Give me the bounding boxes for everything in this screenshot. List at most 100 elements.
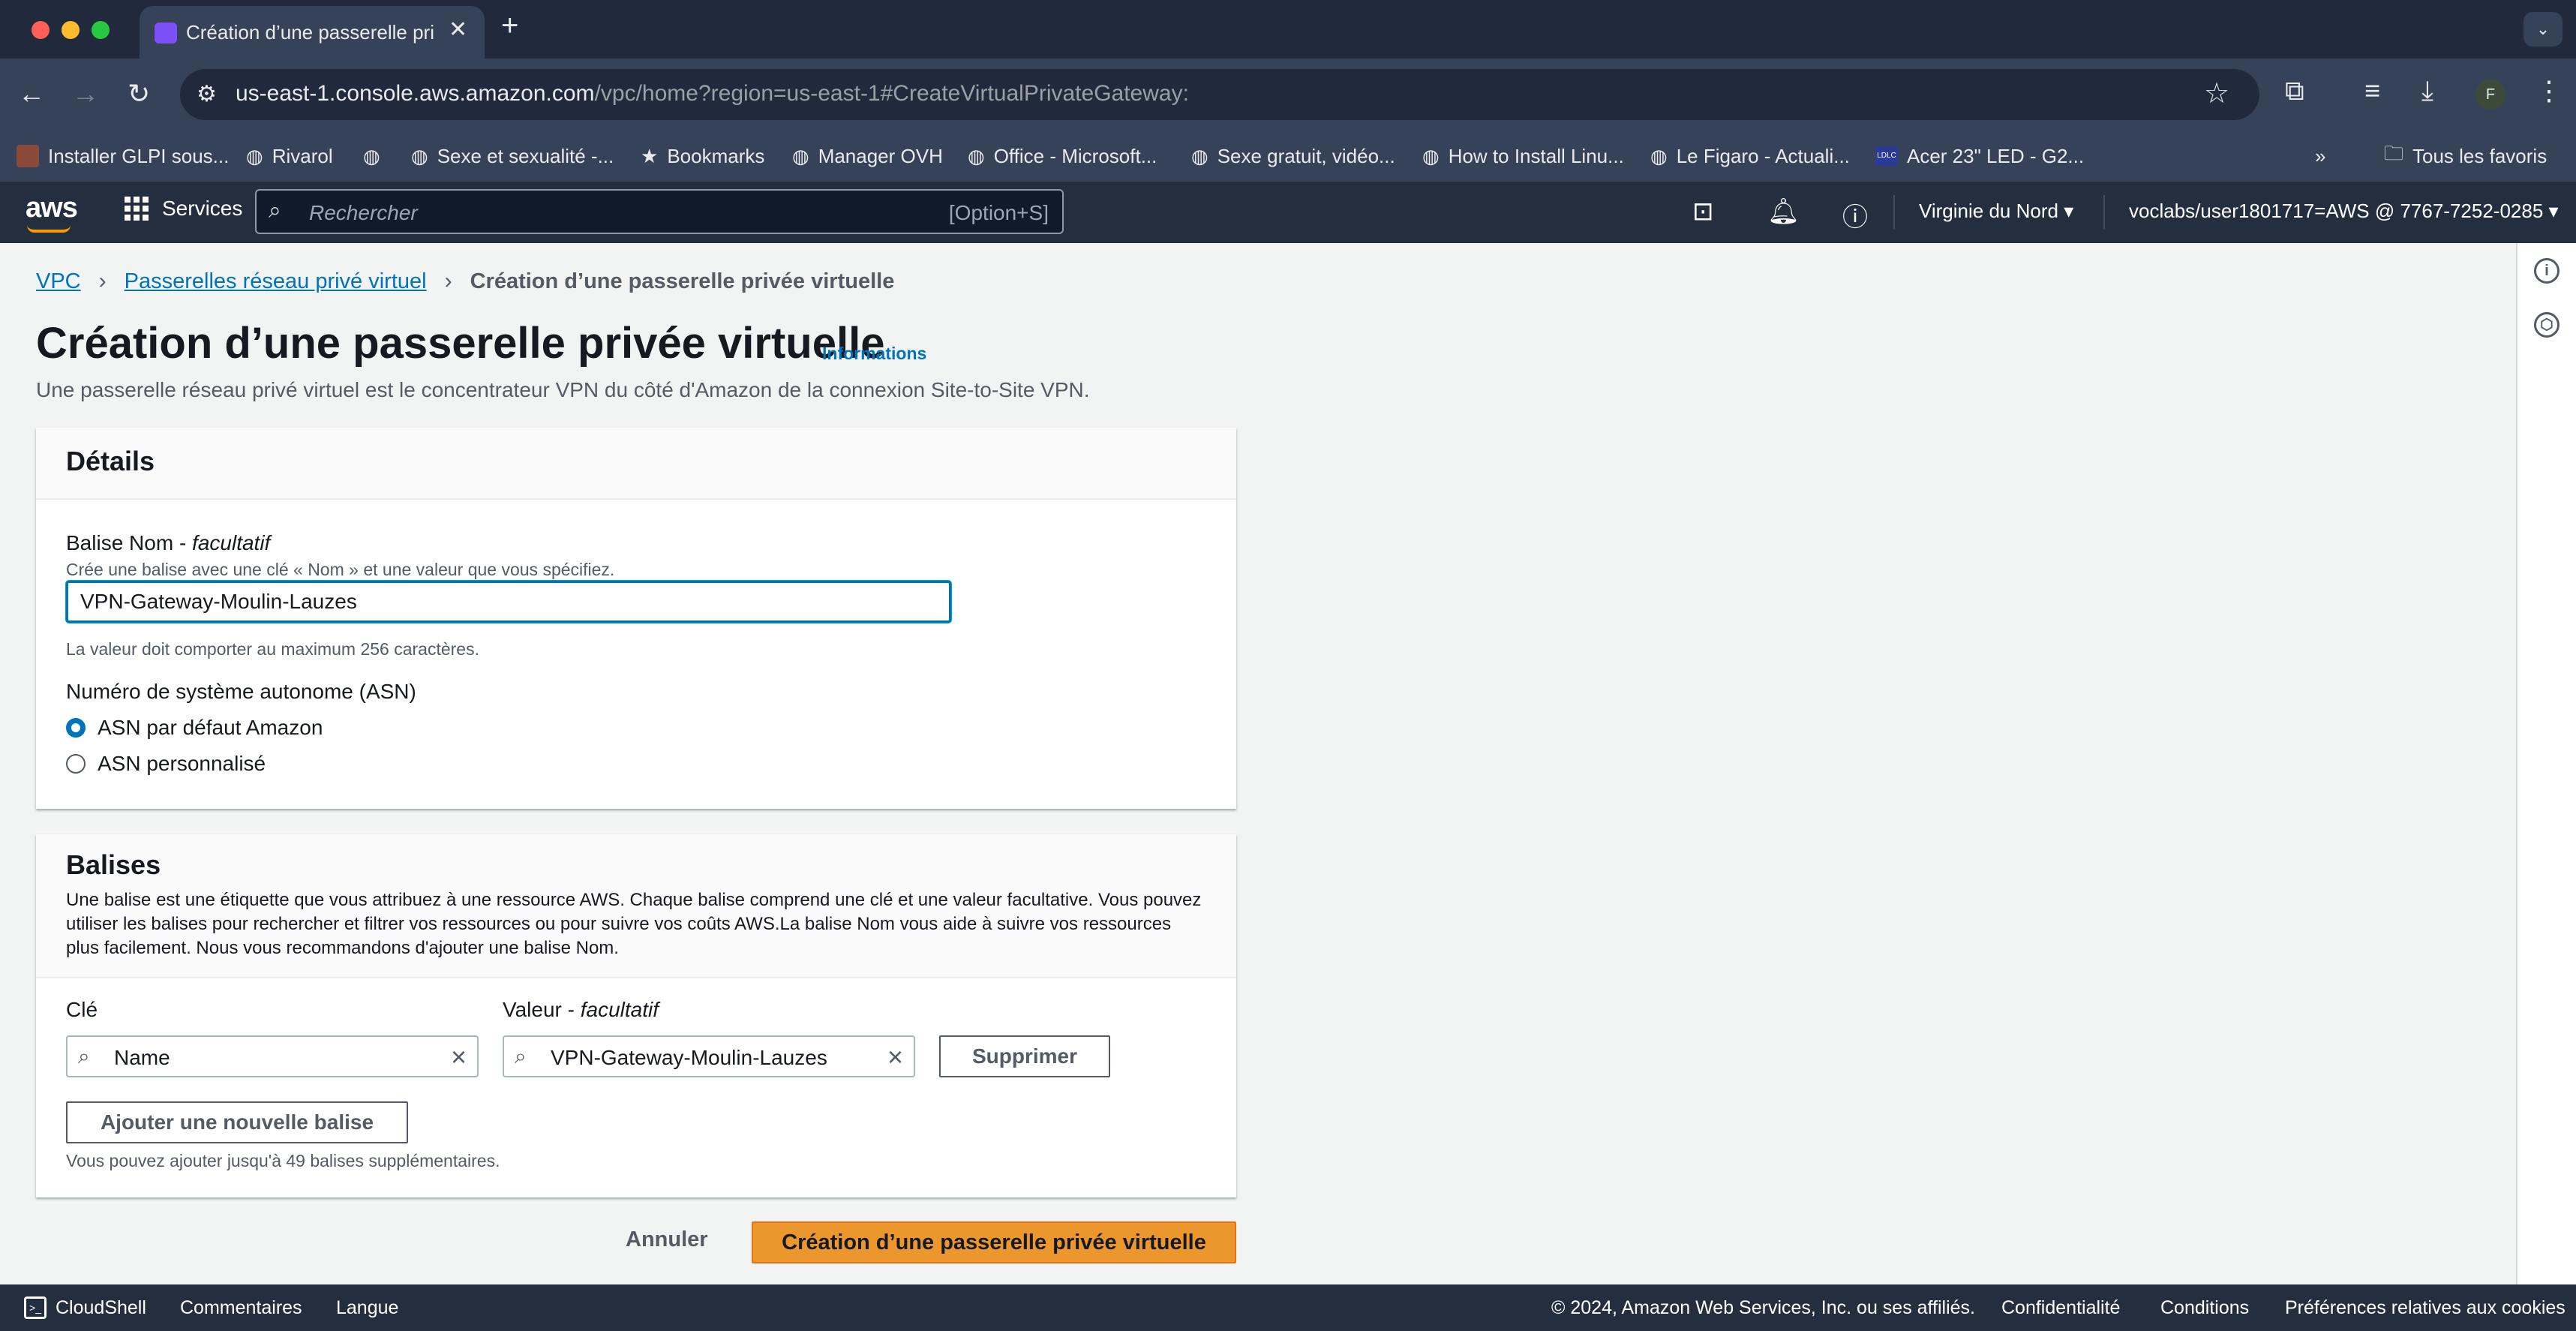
footer-language[interactable]: Langue [336,1297,398,1319]
create-gateway-button[interactable]: Création d’une passerelle privée virtuel… [752,1221,1236,1263]
footer-cookies[interactable]: Préférences relatives aux cookies [2285,1297,2565,1319]
all-bookmarks-folder[interactable]: 🗀 Tous les favoris [2384,141,2547,171]
globe-icon: ◍ [1422,144,1440,167]
cancel-button[interactable]: Annuler [626,1227,708,1252]
asn-default-option[interactable]: ASN par défaut Amazon [66,716,323,740]
services-menu[interactable]: Services [125,197,242,221]
browser-toolbar: ← → ↻ ⚙ us-east-1.console.aws.amazon.com… [0,59,2576,131]
asn-custom-label: ASN personnalisé [98,752,266,775]
region-selector[interactable]: Virginie du Nord ▾ [1919,200,2073,223]
tag-key-input[interactable]: ⌕ Name × [66,1035,479,1077]
breadcrumb-current: Création d’une passerelle privée virtuel… [470,269,895,293]
radio-unselected-icon[interactable] [66,754,86,774]
details-panel: Détails Balise Nom - facultatif Crée une… [36,428,1236,809]
name-tag-input[interactable]: VPN-Gateway-Moulin-Lauzes [66,581,951,623]
globe-icon: ◍ [1191,144,1208,167]
tab-search-chevron-icon[interactable]: ⌄ [2523,12,2562,47]
site-settings-icon[interactable]: ⚙ [197,81,217,107]
close-tab-icon[interactable]: ✕ [449,17,467,43]
tags-description: Une balise est une étiquette que vous at… [66,890,1202,958]
globe-icon: ◍ [968,144,985,167]
info-link[interactable]: Informations [822,344,926,364]
forward-arrow-icon[interactable]: → [72,78,99,110]
footer-cloudshell[interactable]: CloudShell [56,1297,146,1319]
globe-icon: ◍ [246,144,263,167]
url-text[interactable]: us-east-1.console.aws.amazon.com/vpc/hom… [236,81,1189,107]
profile-avatar[interactable]: F [2475,80,2505,110]
cloudshell-icon[interactable]: ⊡ [1692,197,1714,227]
search-shortcut: [Option+S] [948,201,1049,224]
bookmark-star-icon[interactable]: ☆ [2204,77,2229,110]
add-tag-button[interactable]: Ajouter une nouvelle balise [66,1101,408,1143]
page-title: Création d’une passerelle privée virtuel… [36,319,885,368]
folder-icon: 🗀 [2384,142,2404,164]
tag-value-label: Valeur - facultatif [503,998,659,1021]
bookmark-office[interactable]: ◍ Office - Microsoft... [968,141,1157,171]
search-icon: ⌕ [269,198,281,223]
footer-privacy[interactable]: Confidentialité [2001,1297,2120,1319]
tag-value-input[interactable]: ⌕ VPN-Gateway-Moulin-Lauzes × [503,1035,915,1077]
back-arrow-icon[interactable]: ← [18,78,45,110]
breadcrumb-vpn-gateways[interactable]: Passerelles réseau privé virtuel [125,269,427,294]
browser-tab[interactable]: Création d’une passerelle privée virtuel… [140,6,485,59]
name-tag-label: Balise Nom - facultatif [66,531,271,554]
help-icon[interactable]: ⓘ [1842,197,1868,233]
close-window-button[interactable] [32,21,50,39]
account-menu[interactable]: voclabs/user1801717=AWS @ 7767-7252-0285… [2129,200,2559,223]
globe-icon: ◍ [363,144,380,167]
remove-tag-button[interactable]: Supprimer [939,1035,1110,1077]
bookmark-acer[interactable]: LDLC Acer 23" LED - G2... [1875,141,2084,171]
extensions-icon[interactable]: ⧉ [2285,75,2304,107]
aws-logo[interactable]: aws [26,192,78,233]
more-bookmarks-icon[interactable]: » [2315,141,2325,171]
reload-icon[interactable]: ↻ [128,78,150,110]
details-heading: Détails [66,446,155,476]
chevron-right-icon: › [444,269,452,293]
page-description: Une passerelle réseau privé virtuel est … [36,378,1090,401]
footer-terms[interactable]: Conditions [2160,1297,2249,1319]
footer-feedback[interactable]: Commentaires [180,1297,302,1319]
footer-copyright: © 2024, Amazon Web Services, Inc. ou ses… [1551,1297,1976,1318]
minimize-window-button[interactable] [62,21,80,39]
bookmark-video[interactable]: ◍ Sexe gratuit, vidéo... [1191,141,1395,171]
tags-header: Balises Une balise est une étiquette que… [36,834,1236,978]
address-bar[interactable]: ⚙ us-east-1.console.aws.amazon.com/vpc/h… [180,69,2259,120]
cloudshell-icon[interactable]: >_ [24,1296,47,1319]
globe-icon: ◍ [792,144,809,167]
tools-rail: i ⬡ [2516,243,2576,1284]
search-icon: ⌕ [515,1044,527,1068]
favicon-icon [155,23,177,44]
details-header: Détails [36,428,1236,500]
browser-menu-icon[interactable]: ⋮ [2535,75,2562,107]
zoom-window-button[interactable] [92,21,110,39]
asn-custom-option[interactable]: ASN personnalisé [66,752,266,776]
bookmark-rivarol[interactable]: ◍ Rivarol [246,141,333,171]
breadcrumb-vpc[interactable]: VPC [36,269,81,294]
bookmark-ovh[interactable]: ◍ Manager OVH [792,141,943,171]
clear-icon[interactable]: × [887,1041,903,1073]
media-control-icon[interactable]: ≡ [2364,75,2380,107]
bookmark-bookmarks[interactable]: ★ Bookmarks [641,141,764,171]
info-icon[interactable]: i [2534,258,2559,284]
download-icon[interactable]: ⤓ [2421,75,2433,107]
tags-panel: Balises Une balise est une étiquette que… [36,834,1236,1197]
hexagon-icon[interactable]: ⬡ [2534,312,2559,338]
bookmark-glpi[interactable]: Installer GLPI sous... [17,141,229,171]
aws-search-input[interactable]: ⌕ Rechercher [Option+S] [255,189,1064,234]
bookmark-figaro[interactable]: ◍ Le Figaro - Actuali... [1650,141,1850,171]
new-tab-icon[interactable]: + [501,9,518,43]
asn-default-label: ASN par défaut Amazon [98,716,323,739]
radio-selected-icon[interactable] [66,718,86,738]
notifications-bell-icon[interactable]: 🔔︎ [1767,197,1800,227]
globe-icon: ◍ [411,144,428,167]
asn-label: Numéro de système autonome (ASN) [66,680,416,703]
tags-heading: Balises [66,849,161,880]
star-icon: ★ [641,144,659,167]
bookmark-globe[interactable]: ◍ [363,141,389,171]
bookmark-linux[interactable]: ◍ How to Install Linu... [1422,141,1624,171]
browser-tab-bar: Création d’une passerelle privée virtuel… [0,0,2576,59]
bookmark-sexualite[interactable]: ◍ Sexe et sexualité -... [411,141,614,171]
tags-limit-note: Vous pouvez ajouter jusqu'à 49 balises s… [66,1151,500,1170]
clear-icon[interactable]: × [451,1041,467,1073]
tab-title: Création d’une passerelle privée virtuel… [186,21,434,44]
